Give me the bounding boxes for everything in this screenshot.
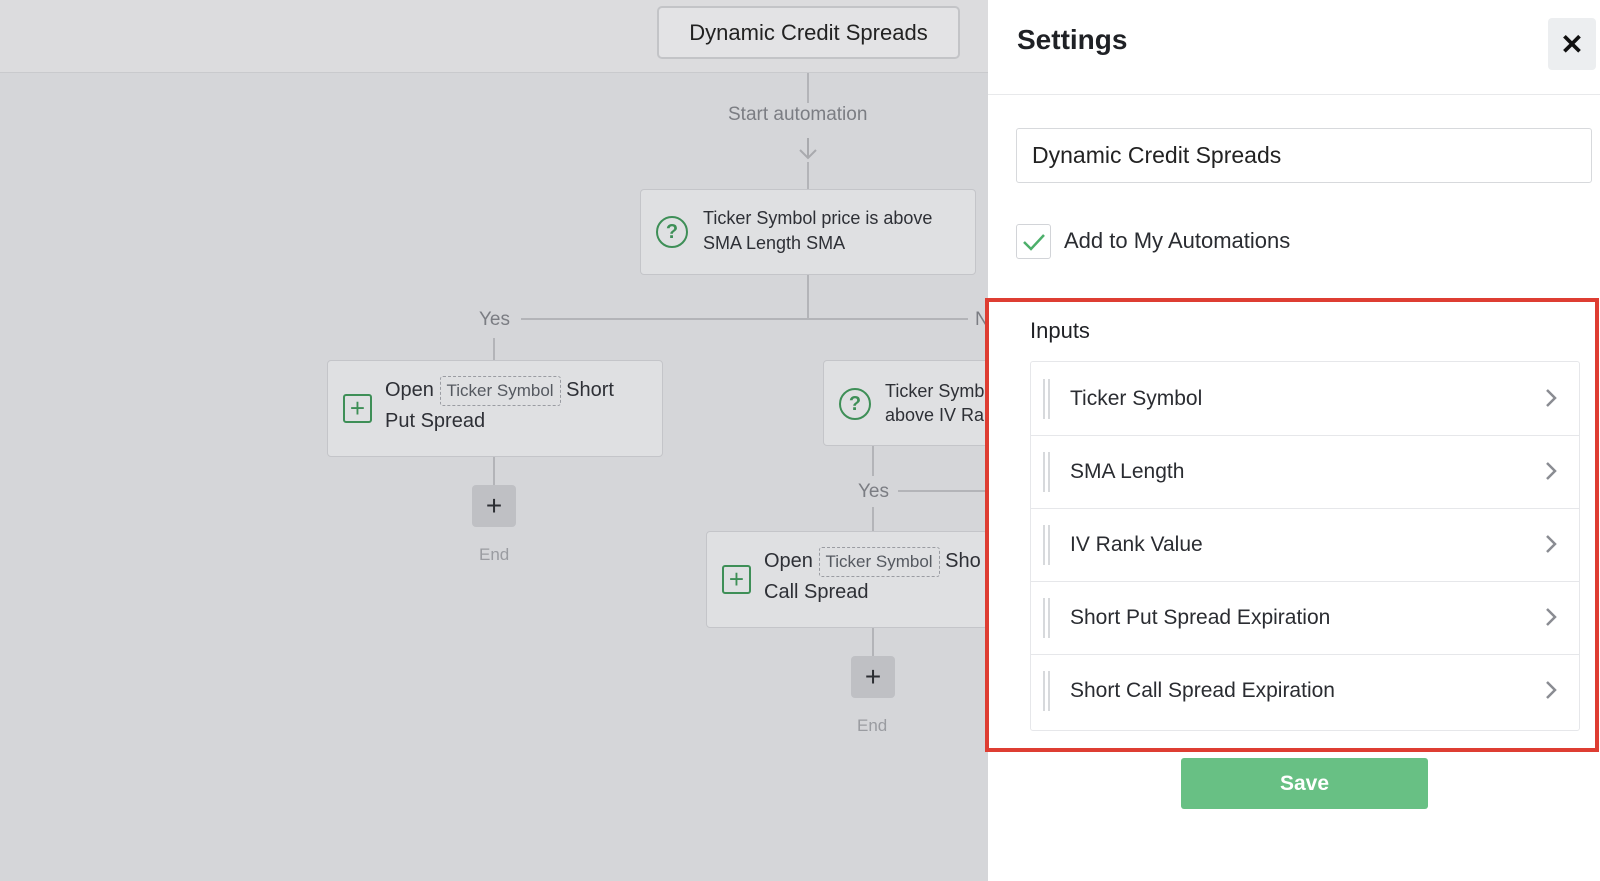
input-item-label: IV Rank Value (1070, 532, 1203, 556)
branch-line (898, 490, 988, 492)
input-item-label: Short Call Spread Expiration (1070, 678, 1335, 702)
yes-branch-label: Yes (479, 309, 510, 330)
connector-line (493, 338, 495, 360)
action-open-label: Open (764, 550, 813, 572)
add-action-icon: + (722, 565, 751, 594)
connector-line (807, 162, 809, 190)
question-icon: ? (839, 388, 871, 420)
ticker-symbol-pill: Ticker Symbol (439, 376, 561, 406)
add-step-button[interactable]: + (472, 485, 516, 527)
save-button[interactable]: Save (1181, 758, 1428, 809)
inputs-list: Ticker Symbol SMA Length IV Rank Value S… (1030, 361, 1580, 731)
end-label: End (479, 545, 510, 564)
automation-title[interactable]: Dynamic Credit Spreads (657, 6, 960, 59)
connector-line (493, 457, 495, 485)
drag-handle-icon[interactable] (1043, 452, 1050, 492)
add-to-my-automations-label[interactable]: Add to My Automations (1064, 228, 1290, 254)
input-item-ticker-symbol[interactable]: Ticker Symbol (1031, 362, 1579, 436)
yes-branch-label-2: Yes (858, 481, 889, 502)
add-step-button[interactable]: + (851, 656, 895, 698)
add-to-my-automations-checkbox[interactable] (1016, 224, 1051, 259)
connector-line (872, 446, 874, 476)
connector-line (807, 275, 809, 319)
action-line2: Put Spread (385, 410, 486, 432)
action-node-open-short-call-spread[interactable]: + Open Ticker Symbol Sho Call Spread (706, 531, 988, 628)
connector-line (872, 507, 874, 531)
input-item-short-put-spread-expiration[interactable]: Short Put Spread Expiration (1031, 581, 1579, 655)
action-open-label: Open (385, 379, 434, 401)
add-action-icon: + (343, 394, 372, 423)
input-item-label: Ticker Symbol (1070, 386, 1203, 410)
drag-handle-icon[interactable] (1043, 671, 1050, 711)
input-item-iv-rank-value[interactable]: IV Rank Value (1031, 508, 1579, 582)
chevron-right-icon (1546, 535, 1557, 553)
action-suffix: Short (566, 379, 614, 401)
chevron-right-icon (1546, 608, 1557, 626)
settings-title: Settings (1017, 24, 1128, 55)
chevron-right-icon (1546, 462, 1557, 480)
condition-node-iv-rank[interactable]: ? Ticker Symb above IV Ra (823, 360, 993, 446)
input-item-short-call-spread-expiration[interactable]: Short Call Spread Expiration (1031, 654, 1579, 727)
action-suffix: Sho (945, 550, 981, 572)
close-button[interactable]: ✕ (1548, 18, 1596, 70)
input-item-label: Short Put Spread Expiration (1070, 605, 1331, 629)
condition2-line2: above IV Ra (885, 405, 985, 425)
drag-handle-icon[interactable] (1043, 525, 1050, 565)
question-icon: ? (656, 216, 688, 248)
start-automation-label: Start automation (728, 104, 868, 125)
drag-handle-icon[interactable] (1043, 379, 1050, 419)
connector-line (872, 628, 874, 656)
input-item-sma-length[interactable]: SMA Length (1031, 435, 1579, 509)
connector-line (807, 73, 809, 103)
action-line2: Call Spread (764, 581, 869, 603)
input-item-label: SMA Length (1070, 459, 1185, 483)
chevron-right-icon (1546, 389, 1557, 407)
condition-node-price-above-sma[interactable]: ? Ticker Symbol price is above SMA Lengt… (640, 189, 976, 275)
drag-handle-icon[interactable] (1043, 598, 1050, 638)
automation-name-input[interactable] (1016, 128, 1592, 183)
arrow-down-icon (799, 138, 817, 160)
ticker-symbol-pill: Ticker Symbol (818, 547, 940, 577)
condition2-line1: Ticker Symb (885, 381, 985, 401)
divider (988, 94, 1600, 95)
inputs-section-title: Inputs (1030, 318, 1090, 343)
check-icon (1022, 233, 1045, 251)
action-node-open-short-put-spread[interactable]: + Open Ticker Symbol Short Put Spread (327, 360, 663, 457)
end-label: End (857, 716, 888, 735)
chevron-right-icon (1546, 681, 1557, 699)
branch-line (521, 318, 968, 320)
condition-text: Ticker Symbol price is above SMA Length … (703, 208, 933, 253)
